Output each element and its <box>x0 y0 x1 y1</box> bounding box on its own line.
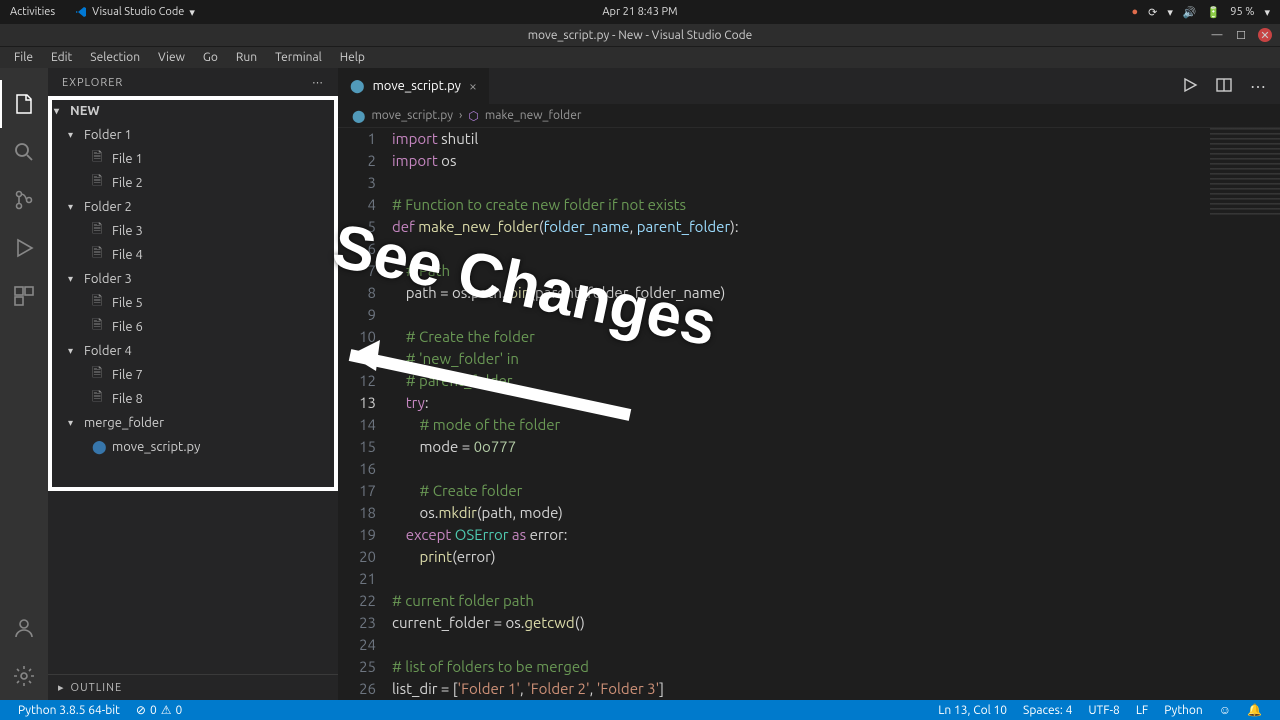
menu-view[interactable]: View <box>150 49 193 66</box>
activity-bar <box>0 68 48 700</box>
chevron-down-icon: ▾ <box>54 105 66 117</box>
file-icon: 🗎 <box>92 388 108 410</box>
warning-icon: ⚠ <box>161 703 172 717</box>
minimize-button[interactable]: — <box>1210 28 1224 42</box>
indentation[interactable]: Spaces: 4 <box>1015 703 1080 717</box>
explorer-icon[interactable] <box>0 80 48 128</box>
tree-file[interactable]: 🗎File 8 <box>48 387 338 411</box>
file-icon: 🗎 <box>92 364 108 386</box>
chevron-down-icon: ▾ <box>68 273 80 285</box>
chevron-down-icon: ▾ <box>68 417 80 429</box>
outline-section[interactable]: ▸ OUTLINE <box>48 674 338 700</box>
breadcrumb[interactable]: ⬤ move_script.py › ⬡ make_new_folder <box>338 104 1280 128</box>
tree-folder[interactable]: ▾Folder 4 <box>48 339 338 363</box>
file-icon: 🗎 <box>92 172 108 194</box>
source-control-icon[interactable] <box>0 176 48 224</box>
chevron-down-icon: ▾ <box>68 345 80 357</box>
tree-file[interactable]: 🗎File 7 <box>48 363 338 387</box>
tree-root[interactable]: ▾ NEW <box>48 99 338 123</box>
chevron-right-icon: ▸ <box>58 681 65 694</box>
extensions-icon[interactable] <box>0 272 48 320</box>
power-icon[interactable]: ▾ <box>1264 6 1270 19</box>
menu-edit[interactable]: Edit <box>43 49 80 66</box>
chevron-right-icon: › <box>459 109 462 122</box>
menu-file[interactable]: File <box>6 49 41 66</box>
file-icon: 🗎 <box>92 292 108 314</box>
cursor-position[interactable]: Ln 13, Col 10 <box>930 703 1015 717</box>
split-editor-icon[interactable] <box>1216 77 1232 96</box>
tree-folder[interactable]: ▾Folder 1 <box>48 123 338 147</box>
network-icon[interactable]: ⟳ <box>1148 6 1157 19</box>
encoding[interactable]: UTF-8 <box>1080 703 1127 717</box>
tree-folder[interactable]: ▾merge_folder <box>48 411 338 435</box>
clock[interactable]: Apr 21 8:43 PM <box>602 6 677 18</box>
problems-indicator[interactable]: ⊘0 ⚠0 <box>128 703 190 717</box>
record-icon[interactable]: ● <box>1131 6 1138 18</box>
error-icon: ⊘ <box>136 703 146 717</box>
account-icon[interactable] <box>0 604 48 652</box>
python-icon: ⬤ <box>350 79 365 94</box>
eol[interactable]: LF <box>1128 703 1156 717</box>
tree-file[interactable]: 🗎File 3 <box>48 219 338 243</box>
file-tree: ▾ NEW ▾Folder 1🗎File 1🗎File 2▾Folder 2🗎F… <box>48 97 338 674</box>
explorer-more-icon[interactable]: ⋯ <box>312 76 324 89</box>
run-debug-icon[interactable] <box>0 224 48 272</box>
volume-icon[interactable]: 🔊 <box>1183 6 1197 19</box>
language-mode[interactable]: Python <box>1156 703 1211 717</box>
window-title: move_script.py - New - Visual Studio Cod… <box>528 29 753 42</box>
file-icon: 🗎 <box>92 148 108 170</box>
feedback-icon[interactable]: ☺ <box>1211 703 1239 717</box>
wifi-icon[interactable]: ▾ <box>1167 6 1173 19</box>
search-icon[interactable] <box>0 128 48 176</box>
battery-icon[interactable]: 🔋 <box>1207 6 1221 19</box>
close-button[interactable]: ✕ <box>1258 28 1272 42</box>
app-menu[interactable]: Visual Studio Code ▾ <box>75 6 195 19</box>
python-icon: ⬤ <box>92 440 108 455</box>
code-editor[interactable]: 1234567891011121314151617181920212223242… <box>338 128 1280 700</box>
menu-run[interactable]: Run <box>228 49 265 66</box>
tree-file[interactable]: 🗎File 5 <box>48 291 338 315</box>
notifications-icon[interactable]: 🔔 <box>1239 703 1270 717</box>
tree-file[interactable]: 🗎File 6 <box>48 315 338 339</box>
menu-terminal[interactable]: Terminal <box>267 49 330 66</box>
editor-area: ⬤ move_script.py × ⋯ ⬤ move_script.py › … <box>338 68 1280 700</box>
explorer-sidebar: EXPLORER ⋯ ▾ NEW ▾Folder 1🗎File 1🗎File 2… <box>48 68 338 700</box>
symbol-method-icon: ⬡ <box>468 109 478 123</box>
settings-icon[interactable] <box>0 652 48 700</box>
python-icon: ⬤ <box>352 109 365 123</box>
activities-button[interactable]: Activities <box>10 6 55 19</box>
python-interpreter[interactable]: Python 3.8.5 64-bit <box>10 704 128 717</box>
title-bar: move_script.py - New - Visual Studio Cod… <box>0 24 1280 46</box>
tree-folder[interactable]: ▾Folder 2 <box>48 195 338 219</box>
tab-bar: ⬤ move_script.py × ⋯ <box>338 68 1280 104</box>
chevron-down-icon: ▾ <box>68 129 80 141</box>
file-icon: 🗎 <box>92 244 108 266</box>
gnome-top-bar: Activities Visual Studio Code ▾ Apr 21 8… <box>0 0 1280 24</box>
close-tab-icon[interactable]: × <box>469 78 477 94</box>
tab-move-script[interactable]: ⬤ move_script.py × <box>338 68 489 104</box>
minimap[interactable] <box>1210 128 1280 218</box>
battery-percent: 95 % <box>1230 6 1254 18</box>
tree-file[interactable]: 🗎File 4 <box>48 243 338 267</box>
explorer-title: EXPLORER <box>62 77 123 89</box>
tree-file[interactable]: 🗎File 2 <box>48 171 338 195</box>
tree-file[interactable]: 🗎File 1 <box>48 147 338 171</box>
menu-bar: FileEditSelectionViewGoRunTerminalHelp <box>0 46 1280 68</box>
file-icon: 🗎 <box>92 220 108 242</box>
menu-selection[interactable]: Selection <box>82 49 148 66</box>
vscode-icon <box>75 6 87 18</box>
menu-help[interactable]: Help <box>332 49 373 66</box>
maximize-button[interactable]: ☐ <box>1234 28 1248 42</box>
run-button[interactable] <box>1182 77 1198 96</box>
status-bar: Python 3.8.5 64-bit ⊘0 ⚠0 Ln 13, Col 10 … <box>0 700 1280 720</box>
tree-folder[interactable]: ▾Folder 3 <box>48 267 338 291</box>
more-actions-icon[interactable]: ⋯ <box>1250 77 1266 96</box>
file-icon: 🗎 <box>92 316 108 338</box>
chevron-down-icon: ▾ <box>68 201 80 213</box>
tree-pyfile[interactable]: ⬤move_script.py <box>48 435 338 459</box>
menu-go[interactable]: Go <box>195 49 226 66</box>
